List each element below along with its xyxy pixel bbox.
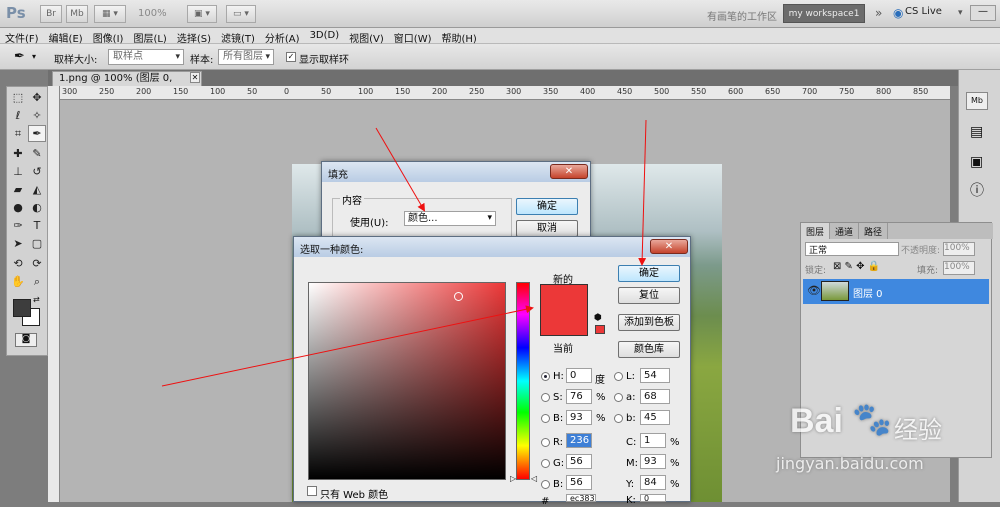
watermark-url: jingyan.baidu.com	[776, 454, 924, 473]
arrow-to-ok-button	[638, 119, 647, 266]
watermark-brand: Bai	[790, 402, 843, 440]
paw-icon: 🐾	[852, 400, 892, 438]
arrow-to-use-select	[375, 127, 426, 212]
arrow-to-color-swatch	[161, 305, 534, 387]
baidu-watermark: Bai 🐾 经验 jingyan.baidu.com	[776, 400, 990, 490]
watermark-sub: 经验	[894, 416, 942, 444]
